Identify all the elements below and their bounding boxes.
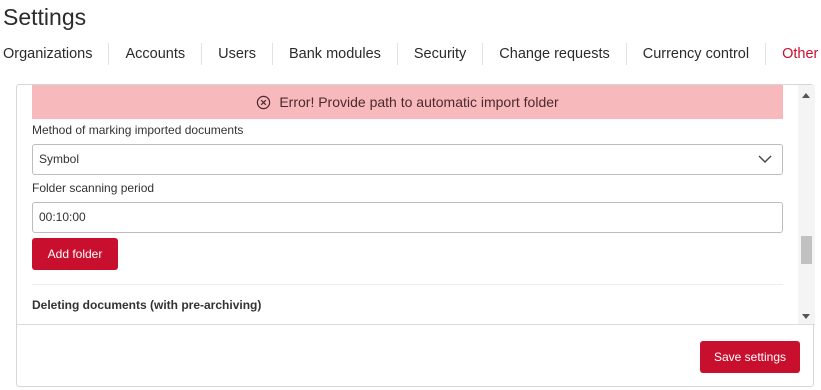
marking-method-select[interactable]: Symbol	[32, 144, 783, 175]
error-alert: Error! Provide path to automatic import …	[32, 85, 783, 119]
tab-users[interactable]: Users	[202, 43, 273, 65]
save-settings-button[interactable]: Save settings	[700, 341, 800, 373]
vertical-scrollbar[interactable]	[798, 85, 815, 324]
add-folder-button[interactable]: Add folder	[32, 238, 118, 270]
chevron-down-icon	[758, 155, 772, 163]
scanning-period-label: Folder scanning period	[32, 181, 155, 195]
settings-scroll-area: Error! Provide path to automatic import …	[17, 85, 815, 325]
section-divider	[32, 284, 783, 285]
tab-accounts[interactable]: Accounts	[109, 43, 203, 65]
tab-security[interactable]: Security	[398, 43, 484, 65]
settings-tabs: Organizations Accounts Users Bank module…	[0, 42, 821, 66]
deleting-documents-heading: Deleting documents (with pre-archiving)	[32, 298, 262, 312]
scrollbar-thumb[interactable]	[801, 236, 812, 264]
marking-method-label: Method of marking imported documents	[32, 123, 244, 137]
tab-bank-modules[interactable]: Bank modules	[273, 43, 398, 65]
marking-method-value: Symbol	[39, 152, 80, 166]
scanning-period-input[interactable]: 00:10:00	[32, 202, 783, 233]
settings-panel: Error! Provide path to automatic import …	[16, 84, 815, 387]
error-message: Error! Provide path to automatic import …	[279, 94, 559, 110]
tab-change-requests[interactable]: Change requests	[483, 43, 627, 65]
page-title: Settings	[3, 4, 87, 30]
scroll-up-arrow-icon[interactable]	[802, 93, 810, 98]
tab-currency-control[interactable]: Currency control	[627, 43, 767, 65]
circle-x-icon	[257, 95, 271, 109]
tab-other[interactable]: Other	[766, 43, 821, 65]
scroll-down-arrow-icon[interactable]	[802, 314, 810, 319]
scanning-period-value: 00:10:00	[39, 210, 86, 224]
tab-organizations[interactable]: Organizations	[0, 43, 110, 65]
